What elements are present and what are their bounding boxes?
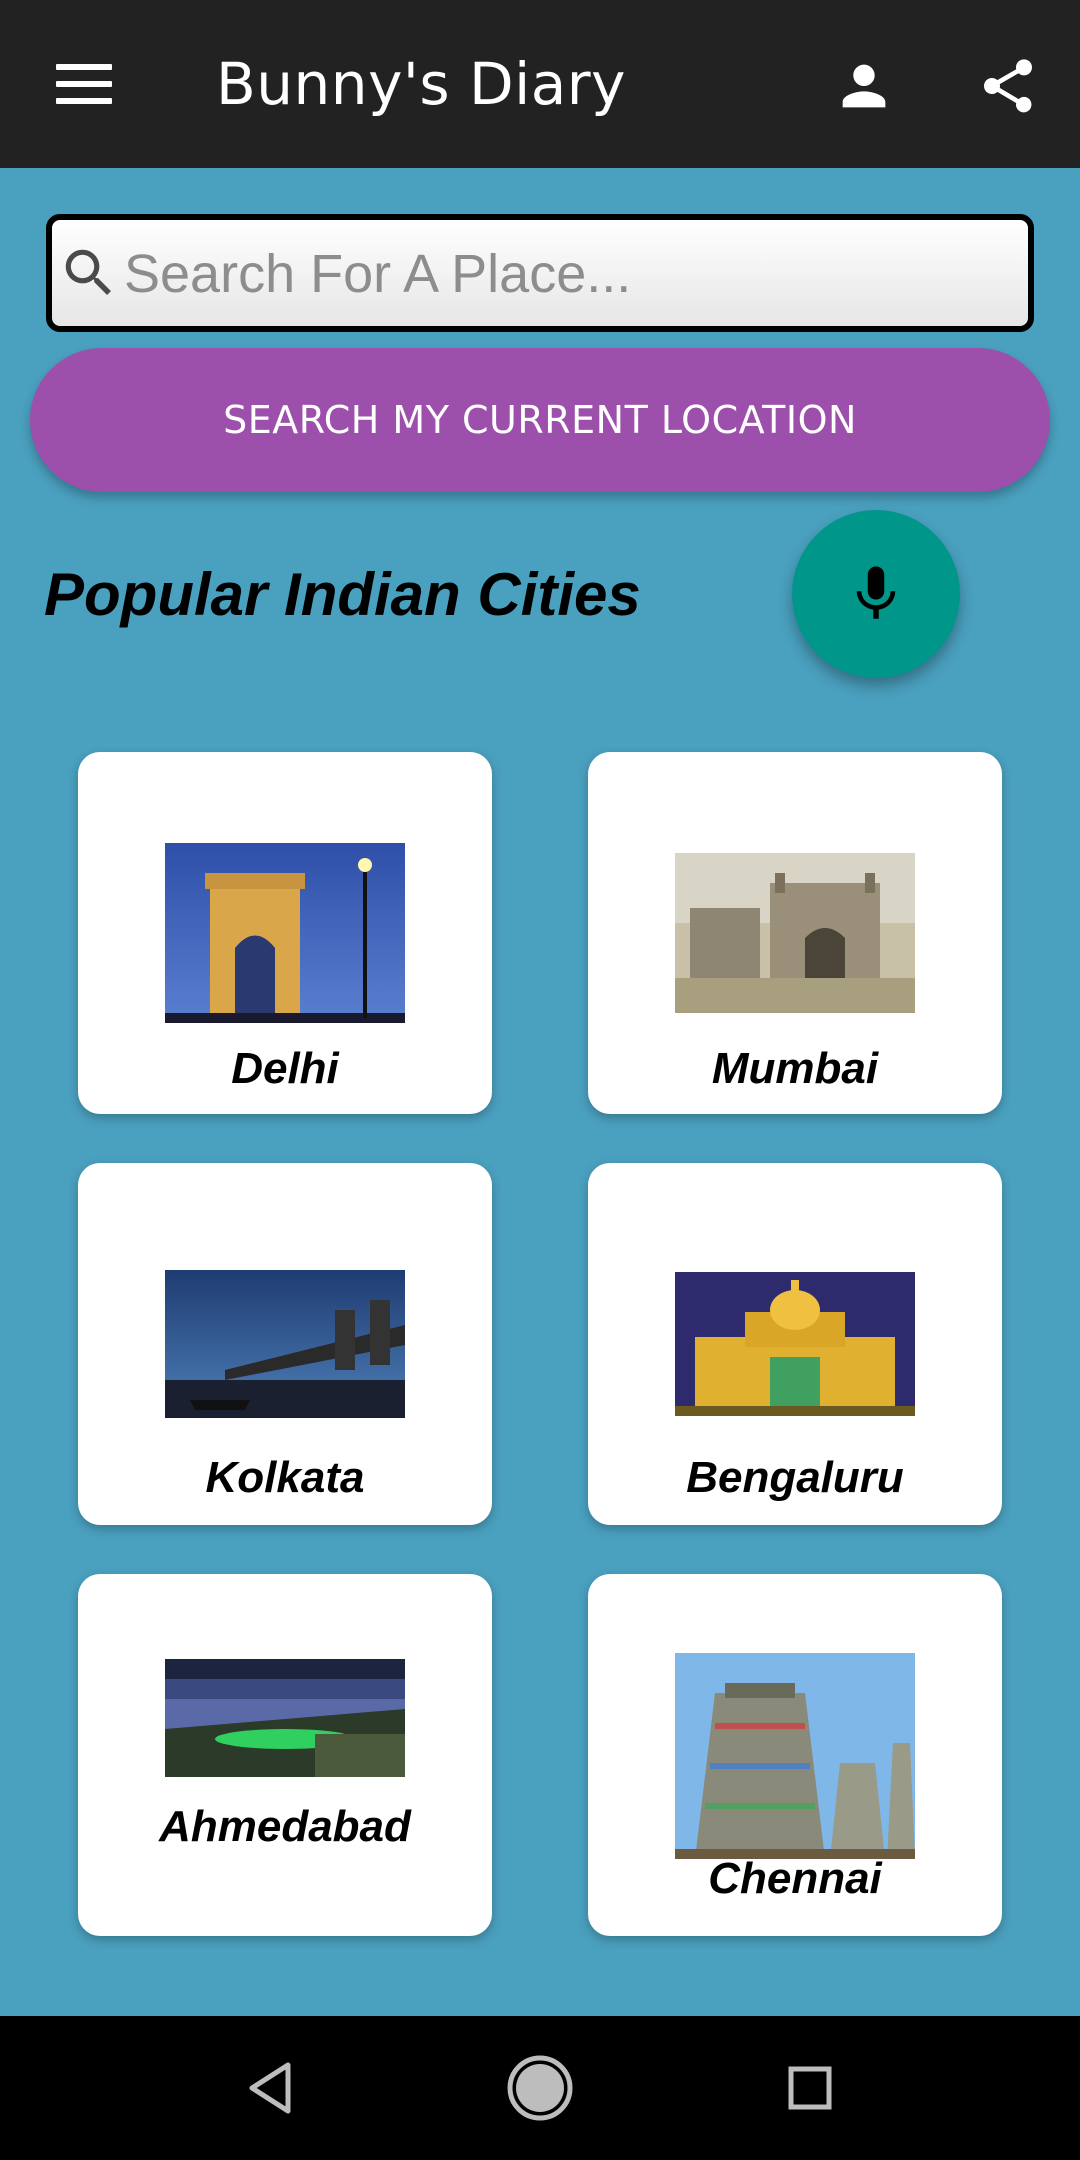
city-card-delhi[interactable]: Delhi	[78, 752, 492, 1114]
search-box[interactable]	[46, 214, 1034, 332]
city-photo-ahmedabad	[165, 1659, 405, 1777]
city-name: Chennai	[708, 1854, 882, 1903]
city-card-ahmedabad[interactable]: Ahmedabad	[78, 1574, 492, 1936]
city-card-chennai[interactable]: Chennai	[588, 1574, 1002, 1936]
back-icon	[249, 2062, 291, 2114]
city-name: Mumbai	[711, 1044, 879, 1093]
app-bar: Bunny's Diary	[0, 0, 1080, 168]
city-card-kolkata[interactable]: Kolkata	[78, 1163, 492, 1525]
mic-icon	[856, 566, 896, 619]
city-name: Kolkata	[205, 1453, 365, 1502]
search-current-location-button[interactable]: SEARCH MY CURRENT LOCATION	[30, 348, 1050, 492]
city-name: Ahmedabad	[159, 1802, 411, 1851]
city-card-mumbai[interactable]: Mumbai	[588, 752, 1002, 1114]
city-photo-bengaluru	[675, 1272, 915, 1416]
city-card-bengaluru[interactable]: Bengaluru	[588, 1163, 1002, 1525]
city-photo-chennai	[675, 1653, 915, 1859]
city-photo-mumbai	[675, 853, 915, 1013]
city-photo-delhi	[165, 843, 405, 1023]
city-photo-kolkata	[165, 1270, 405, 1418]
recents-button[interactable]	[770, 2056, 850, 2120]
recents-icon	[788, 2066, 832, 2110]
home-icon	[507, 2055, 573, 2121]
back-button[interactable]	[230, 2056, 310, 2120]
share-icon	[984, 59, 1032, 113]
section-title: Popular Indian Cities	[44, 561, 641, 628]
system-nav-bar	[0, 2016, 1080, 2160]
home-button[interactable]	[500, 2055, 580, 2121]
search-icon	[58, 242, 120, 304]
app-root: Bunny's Diary SEARCH MY CURRENT LOCATION…	[0, 0, 1080, 2160]
menu-button[interactable]	[44, 46, 120, 122]
share-button[interactable]	[970, 48, 1046, 124]
city-name: Bengaluru	[686, 1453, 904, 1502]
account-button[interactable]	[826, 48, 902, 124]
app-title: Bunny's Diary	[216, 50, 626, 118]
city-name: Delhi	[231, 1044, 339, 1093]
voice-search-button[interactable]	[792, 510, 960, 678]
search-input[interactable]	[124, 234, 1004, 314]
account-icon	[842, 64, 886, 108]
